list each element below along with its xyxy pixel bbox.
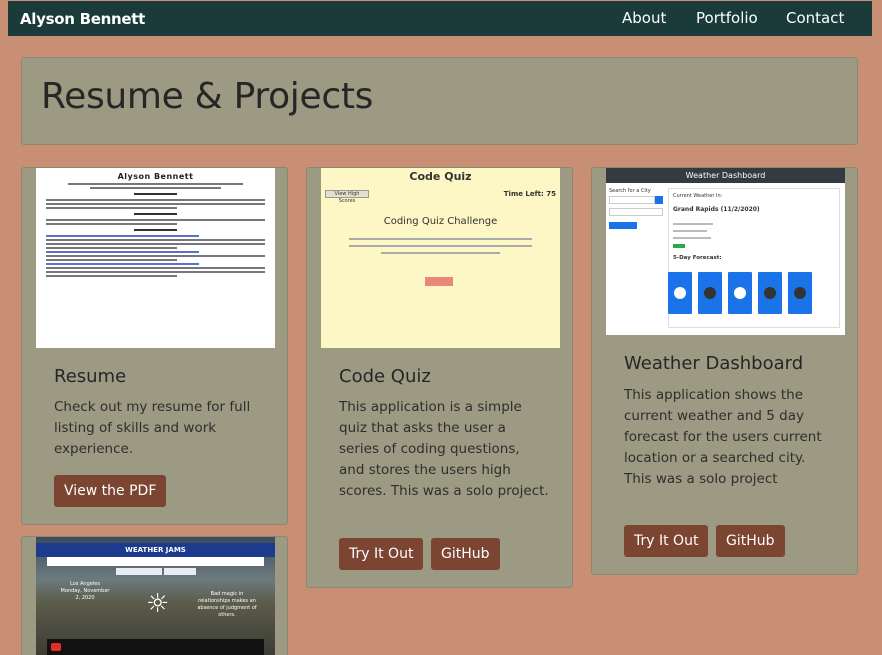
code-quiz-thumbnail: Code Quiz View High Scores Time Left: 75… xyxy=(321,168,560,348)
video-player xyxy=(47,639,264,655)
card-title: Weather Dashboard xyxy=(624,353,804,374)
jams-thumb-date: Monday, November 2, 2020 xyxy=(60,588,110,601)
quiz-thumb-start-button xyxy=(425,277,453,286)
sun-icon: ☼ xyxy=(146,589,170,619)
page-header: Resume & Projects xyxy=(21,57,858,145)
card-weather-dashboard: Weather Dashboard Search for a City Curr… xyxy=(591,167,858,575)
weather-thumb-current-label: Current Weather In: xyxy=(673,193,723,199)
navbar: Alyson Bennett About Portfolio Contact xyxy=(8,1,872,36)
nav-link-contact[interactable]: Contact xyxy=(786,9,844,27)
resume-thumbnail: Alyson Bennett xyxy=(36,168,275,348)
page-title: Resume & Projects xyxy=(41,76,374,117)
card-title: Resume xyxy=(54,366,127,387)
github-button[interactable]: GitHub xyxy=(716,525,785,557)
jams-thumb-quote: Bad magic in relationships makes an abse… xyxy=(197,591,257,618)
weather-thumb-title: Weather Dashboard xyxy=(606,168,845,183)
card-resume: Alyson Bennett Resume Check out my resum… xyxy=(21,167,288,525)
quiz-thumb-highscores: View High Scores xyxy=(325,190,369,204)
quiz-thumb-timer: Time Left: 75 xyxy=(503,190,556,198)
weather-jams-thumbnail: WEATHER JAMS Los Angeles Monday, Novembe… xyxy=(36,537,275,655)
try-it-out-button[interactable]: Try It Out xyxy=(339,538,424,570)
nav-link-portfolio[interactable]: Portfolio xyxy=(696,9,758,27)
card-code-quiz: Code Quiz View High Scores Time Left: 75… xyxy=(306,167,573,588)
resume-name: Alyson Bennett xyxy=(117,172,194,181)
quiz-thumb-title: Code Quiz xyxy=(409,170,472,183)
github-button[interactable]: GitHub xyxy=(431,538,500,570)
try-it-out-button[interactable]: Try It Out xyxy=(624,525,709,557)
quiz-thumb-heading: Coding Quiz Challenge xyxy=(383,216,498,227)
weather-dashboard-thumbnail: Weather Dashboard Search for a City Curr… xyxy=(606,168,845,335)
brand-link[interactable]: Alyson Bennett xyxy=(20,10,145,28)
jams-thumb-title: WEATHER JAMS xyxy=(36,543,275,557)
nav-link-about[interactable]: About xyxy=(622,9,666,27)
weather-thumb-city: Grand Rapids (11/2/2020) xyxy=(673,206,760,213)
jams-thumb-location: Los Angeles xyxy=(70,581,100,587)
card-weather-jams: WEATHER JAMS Los Angeles Monday, Novembe… xyxy=(21,536,288,655)
weather-thumb-search-label: Search for a City xyxy=(609,188,651,194)
card-text: This application is a simple quiz that a… xyxy=(339,399,549,499)
card-text: This application shows the current weath… xyxy=(624,387,822,487)
card-title: Code Quiz xyxy=(339,366,431,387)
view-pdf-button[interactable]: View the PDF xyxy=(54,475,167,507)
youtube-icon xyxy=(51,643,61,651)
card-text: Check out my resume for full listing of … xyxy=(54,399,251,457)
weather-thumb-forecast-label: 5-Day Forecast: xyxy=(673,255,722,261)
